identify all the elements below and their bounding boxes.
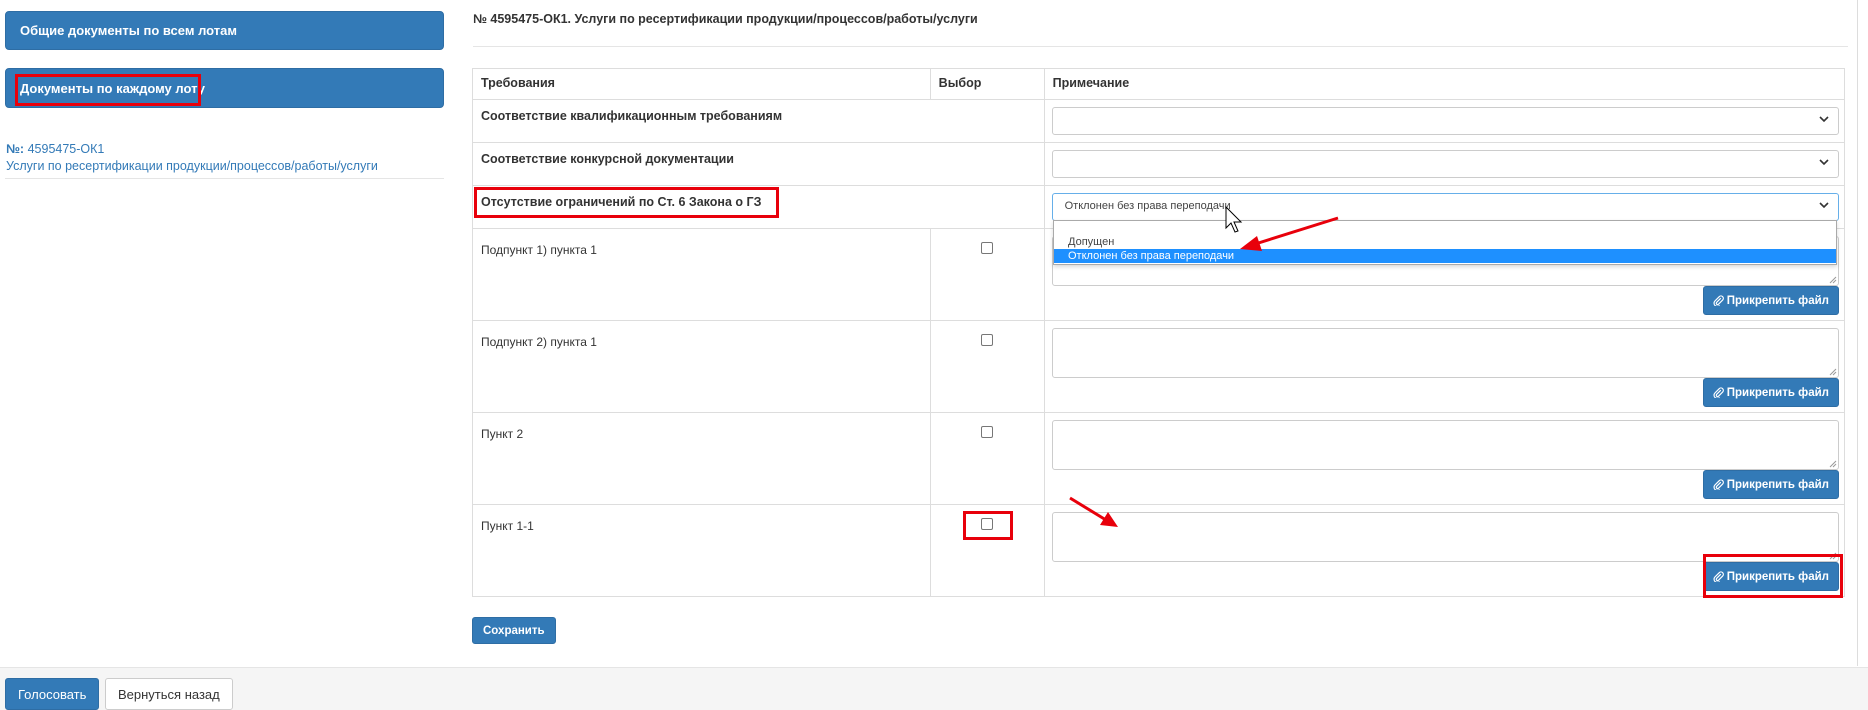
attach-file-label: Прикрепить файл	[1726, 386, 1829, 399]
scroll-divider	[1857, 0, 1858, 666]
requirements-table: Требования Выбор Примечание Соответствие…	[472, 68, 1846, 597]
attach-file-label: Прикрепить файл	[1726, 294, 1829, 307]
sidebar-divider	[5, 178, 444, 179]
choice-cell	[929, 228, 1045, 321]
choice-checkbox[interactable]	[981, 426, 994, 438]
note-cell	[1043, 99, 1846, 143]
chevron-down-icon	[1819, 159, 1829, 166]
table-row: Соответствие конкурсной документации	[472, 142, 1846, 186]
vote-button[interactable]: Голосовать	[5, 678, 100, 710]
table-row: Пункт 2 Прикрепить файл	[472, 412, 1846, 505]
table-row: Подпункт 2) пункта 1 Прикрепить файл	[472, 320, 1846, 413]
paperclip-icon	[1713, 479, 1724, 490]
choice-cell	[929, 412, 1045, 505]
requirement-label: Соответствие квалификационным требования…	[472, 99, 1045, 143]
header-requirements: Требования	[472, 68, 931, 100]
status-select[interactable]: Отклонен без права переподачи	[1051, 193, 1839, 221]
header-note: Примечание	[1043, 68, 1846, 100]
choice-cell	[929, 320, 1045, 413]
save-button[interactable]: Сохранить	[472, 617, 556, 644]
title-divider	[473, 46, 1848, 47]
note-textarea[interactable]	[1051, 328, 1839, 378]
resize-grip-icon[interactable]	[1828, 275, 1837, 284]
subitem-label: Подпункт 2) пункта 1	[472, 320, 931, 413]
attach-file-button[interactable]: Прикрепить файл	[1702, 378, 1839, 407]
status-select[interactable]	[1051, 150, 1839, 178]
note-textarea[interactable]	[1051, 420, 1839, 470]
table-row: Пункт 1-1 Прикрепить файл	[472, 504, 1846, 597]
lot-number-prefix: №:	[6, 142, 25, 156]
choice-checkbox[interactable]	[981, 242, 994, 254]
status-dropdown-list: Допущен Отклонен без права переподачи	[1053, 220, 1837, 265]
resize-grip-icon[interactable]	[1828, 367, 1837, 376]
attach-file-button[interactable]: Прикрепить файл	[1702, 470, 1839, 499]
subitem-label: Пункт 2	[472, 412, 931, 505]
table-row: Соответствие квалификационным требования…	[472, 99, 1846, 143]
note-cell: Прикрепить файл	[1043, 412, 1846, 505]
table-header-row: Требования Выбор Примечание	[472, 68, 1846, 100]
highlight-per-lot-docs	[15, 74, 201, 106]
select-value: Отклонен без права переподачи	[1064, 200, 1231, 212]
header-choice: Выбор	[929, 68, 1045, 100]
lot-link[interactable]: №: 4595475-ОК1 Услуги по ресертификации …	[6, 141, 444, 175]
attach-file-label: Прикрепить файл	[1726, 478, 1829, 491]
note-cell: Прикрепить файл	[1043, 320, 1846, 413]
attach-file-button[interactable]: Прикрепить файл	[1702, 286, 1839, 315]
page-root: Общие документы по всем лотам Документы …	[0, 0, 1868, 710]
note-cell	[1043, 142, 1846, 186]
requirement-label: Соответствие конкурсной документации	[472, 142, 1045, 186]
page-title: № 4595475-ОК1. Услуги по ресертификации …	[473, 12, 978, 26]
lot-number: 4595475-ОК1	[27, 142, 105, 156]
paperclip-icon	[1713, 295, 1724, 306]
back-button[interactable]: Вернуться назад	[105, 678, 233, 710]
dropdown-option-highlighted[interactable]: Отклонен без права переподачи	[1054, 249, 1836, 263]
subitem-label: Пункт 1-1	[472, 504, 931, 597]
lot-name: Услуги по ресертификации продукции/проце…	[6, 159, 378, 173]
subitem-label: Подпункт 1) пункта 1	[472, 228, 931, 321]
highlight-attach-button	[1703, 554, 1843, 598]
resize-grip-icon[interactable]	[1828, 459, 1837, 468]
footer-bar	[0, 667, 1868, 710]
common-docs-button[interactable]: Общие документы по всем лотам	[5, 11, 444, 50]
highlight-group-label	[474, 187, 779, 218]
paperclip-icon	[1713, 387, 1724, 398]
chevron-down-icon	[1819, 116, 1829, 123]
status-select[interactable]	[1051, 107, 1839, 135]
choice-checkbox[interactable]	[981, 334, 994, 346]
dropdown-option[interactable]: Допущен	[1054, 235, 1836, 249]
chevron-down-icon	[1819, 202, 1829, 209]
highlight-checkbox	[963, 511, 1013, 540]
